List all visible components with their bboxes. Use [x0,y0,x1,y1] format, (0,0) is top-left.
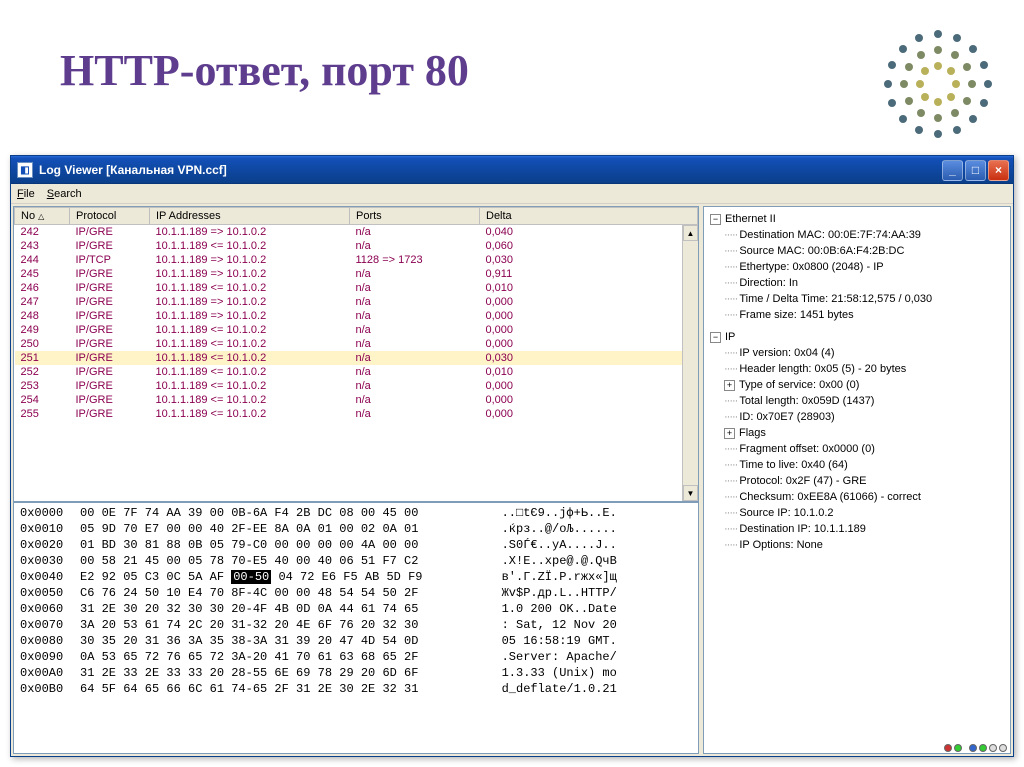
collapse-icon[interactable]: − [710,332,721,343]
hex-row: 0x003000 58 21 45 00 05 78 70-E5 40 00 4… [20,553,692,569]
hex-row: 0x001005 9D 70 E7 00 00 40 2F-EE 8A 0A 0… [20,521,692,537]
statusbar [944,742,1007,754]
col-delta[interactable]: Delta [480,208,698,225]
hex-row: 0x00900A 53 65 72 76 65 72 3A-20 41 70 6… [20,649,692,665]
hex-row: 0x008030 35 20 31 36 3A 35 38-3A 31 39 2… [20,633,692,649]
scroll-down-icon[interactable]: ▼ [683,485,698,501]
tree-item[interactable]: ····· Protocol: 0x2F (47) - GRE [708,473,1006,489]
table-header-row[interactable]: No △ Protocol IP Addresses Ports Delta [15,208,698,225]
titlebar[interactable]: ◧ Log Viewer [Канальная VPN.ccf] _ □ × [11,156,1013,184]
decorative-dots [874,20,994,140]
hex-row: 0x00A031 2E 33 2E 33 33 20 28-55 6E 69 7… [20,665,692,681]
tree-item[interactable]: ····· IP version: 0x04 (4) [708,345,1006,361]
status-led [969,744,977,752]
col-protocol[interactable]: Protocol [70,208,150,225]
table-row[interactable]: 246IP/GRE10.1.1.189 <= 10.1.0.2n/a0,010 [15,281,698,295]
hex-row: 0x000000 0E 7F 74 AA 39 00 0B-6A F4 2B D… [20,505,692,521]
page-title: HTTP-ответ, порт 80 [0,0,1024,116]
hex-row: 0x0040E2 92 05 C3 0C 5A AF 00-50 04 72 E… [20,569,692,585]
tree-item[interactable]: ····· Destination MAC: 00:0E:7F:74:AA:39 [708,227,1006,243]
tree-item[interactable]: ····· Time to live: 0x40 (64) [708,457,1006,473]
table-row[interactable]: 248IP/GRE10.1.1.189 => 10.1.0.2n/a0,000 [15,309,698,323]
tree-item[interactable]: ····· Destination IP: 10.1.1.189 [708,521,1006,537]
app-icon: ◧ [17,162,33,178]
status-led [999,744,1007,752]
tree-item[interactable]: − IP [708,329,1006,345]
table-row[interactable]: 250IP/GRE10.1.1.189 <= 10.1.0.2n/a0,000 [15,337,698,351]
table-row[interactable]: 243IP/GRE10.1.1.189 <= 10.1.0.2n/a0,060 [15,239,698,253]
hex-pane[interactable]: 0x000000 0E 7F 74 AA 39 00 0B-6A F4 2B D… [14,501,698,753]
tree-item[interactable]: ····· Source IP: 10.1.0.2 [708,505,1006,521]
table-row[interactable]: 245IP/GRE10.1.1.189 => 10.1.0.2n/a0,911 [15,267,698,281]
hex-row: 0x002001 BD 30 81 88 0B 05 79-C0 00 00 0… [20,537,692,553]
table-row[interactable]: 244IP/TCP10.1.1.189 => 10.1.0.21128 => 1… [15,253,698,267]
hex-row: 0x00703A 20 53 61 74 2C 20 31-32 20 4E 6… [20,617,692,633]
col-no[interactable]: No △ [15,208,70,225]
status-led [954,744,962,752]
table-row[interactable]: 252IP/GRE10.1.1.189 <= 10.1.0.2n/a0,010 [15,365,698,379]
vertical-scrollbar[interactable]: ▲ ▼ [682,225,698,501]
app-window: ◧ Log Viewer [Канальная VPN.ccf] _ □ × F… [10,155,1014,757]
hex-row: 0x0050C6 76 24 50 10 E4 70 8F-4C 00 00 4… [20,585,692,601]
table-row[interactable]: 254IP/GRE10.1.1.189 <= 10.1.0.2n/a0,000 [15,393,698,407]
hex-row: 0x00B064 5F 64 65 66 6C 61 74-65 2F 31 2… [20,681,692,697]
collapse-icon[interactable]: − [710,214,721,225]
tree-item[interactable]: + Flags [708,425,1006,441]
expand-icon[interactable]: + [724,380,735,391]
status-led [989,744,997,752]
table-row[interactable]: 247IP/GRE10.1.1.189 => 10.1.0.2n/a0,000 [15,295,698,309]
scroll-up-icon[interactable]: ▲ [683,225,698,241]
table-row[interactable]: 255IP/GRE10.1.1.189 <= 10.1.0.2n/a0,000 [15,407,698,421]
expand-icon[interactable]: + [724,428,735,439]
tree-item[interactable]: ····· Ethertype: 0x0800 (2048) - IP [708,259,1006,275]
table-row[interactable]: 251IP/GRE10.1.1.189 <= 10.1.0.2n/a0,030 [15,351,698,365]
tree-item[interactable]: ····· Frame size: 1451 bytes [708,307,1006,323]
tree-item[interactable]: ····· Direction: In [708,275,1006,291]
col-ip[interactable]: IP Addresses [150,208,350,225]
tree-item[interactable]: ····· ID: 0x70E7 (28903) [708,409,1006,425]
packet-table[interactable]: No △ Protocol IP Addresses Ports Delta 2… [14,207,698,421]
tree-item[interactable]: ····· Total length: 0x059D (1437) [708,393,1006,409]
menubar: File Search [11,184,1013,204]
tree-item[interactable]: ····· Header length: 0x05 (5) - 20 bytes [708,361,1006,377]
table-row[interactable]: 249IP/GRE10.1.1.189 <= 10.1.0.2n/a0,000 [15,323,698,337]
table-row[interactable]: 242IP/GRE10.1.1.189 => 10.1.0.2n/a0,040 [15,225,698,240]
tree-item[interactable]: ····· Checksum: 0xEE8A (61066) - correct [708,489,1006,505]
tree-item[interactable]: ····· IP Options: None [708,537,1006,553]
tree-item[interactable]: + Type of service: 0x00 (0) [708,377,1006,393]
tree-item[interactable]: ····· Source MAC: 00:0B:6A:F4:2B:DC [708,243,1006,259]
minimize-button[interactable]: _ [942,160,963,181]
menu-search[interactable]: Search [47,188,82,200]
table-row[interactable]: 253IP/GRE10.1.1.189 <= 10.1.0.2n/a0,000 [15,379,698,393]
hex-row: 0x006031 2E 30 20 32 30 30 20-4F 4B 0D 0… [20,601,692,617]
col-ports[interactable]: Ports [350,208,480,225]
close-button[interactable]: × [988,160,1009,181]
detail-tree[interactable]: − Ethernet II····· Destination MAC: 00:0… [703,206,1011,754]
packet-table-wrap: No △ Protocol IP Addresses Ports Delta 2… [14,207,698,501]
window-title: Log Viewer [Канальная VPN.ccf] [39,163,227,177]
maximize-button[interactable]: □ [965,160,986,181]
status-led [944,744,952,752]
tree-item[interactable]: ····· Fragment offset: 0x0000 (0) [708,441,1006,457]
menu-file[interactable]: File [17,188,35,200]
tree-item[interactable]: − Ethernet II [708,211,1006,227]
status-led [979,744,987,752]
tree-item[interactable]: ····· Time / Delta Time: 21:58:12,575 / … [708,291,1006,307]
